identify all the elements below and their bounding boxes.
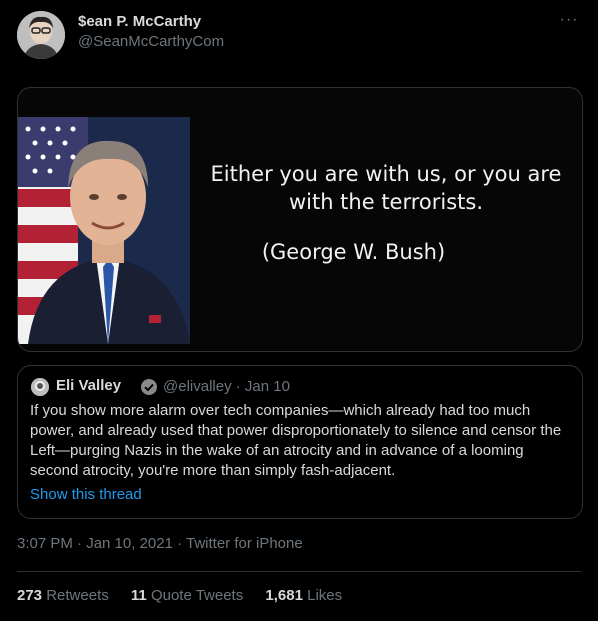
more-options-icon[interactable]: ···	[557, 12, 581, 33]
retweets-label: Retweets	[46, 587, 109, 604]
tweet-timestamp[interactable]: 3:07 PM · Jan 10, 2021 · Twitter for iPh…	[17, 535, 303, 552]
tweet-media[interactable]: Either you are with us, or you are with …	[17, 87, 583, 352]
engagement-stats: 273 Retweets 11 Quote Tweets 1,681 Likes	[17, 587, 360, 604]
verified-badge-icon	[141, 379, 157, 395]
quoted-author-avatar	[31, 378, 49, 396]
quoted-handle-date: @elivalley · Jan 10	[163, 378, 290, 395]
likes-count: 1,681	[265, 587, 303, 604]
quote-tweets-count: 11	[130, 587, 147, 604]
retweets-count: 273	[17, 587, 43, 604]
quoted-tweet-text: If you show more alarm over tech compani…	[30, 402, 562, 479]
quote-tweets-label: Quote Tweets	[150, 587, 244, 604]
quote-tweets-stat[interactable]: 11 Quote Tweets	[131, 587, 243, 604]
quoted-author-name: Eli Valley	[56, 377, 122, 394]
image-quote-attribution: (George W. Bush)	[261, 240, 446, 264]
retweets-stat[interactable]: 273 Retweets	[17, 587, 109, 604]
likes-stat[interactable]: 1,681 Likes	[265, 587, 342, 604]
divider	[17, 571, 581, 572]
bush-portrait-photo	[18, 117, 190, 344]
author-avatar[interactable]	[17, 11, 65, 59]
author-handle[interactable]: @SeanMcCarthyCom	[78, 33, 224, 50]
author-name[interactable]: $ean P. McCarthy	[78, 13, 201, 30]
tweet-header: $ean P. McCarthy @SeanMcCarthyCom ···	[17, 11, 585, 61]
likes-label: Likes	[307, 587, 343, 604]
quoted-tweet[interactable]: Eli Valley @elivalley · Jan 10 If you sh…	[17, 365, 583, 519]
image-quote-text: Either you are with us, or you are with …	[210, 162, 562, 214]
show-thread-link[interactable]: Show this thread	[30, 486, 142, 503]
avatar-image	[17, 11, 65, 59]
